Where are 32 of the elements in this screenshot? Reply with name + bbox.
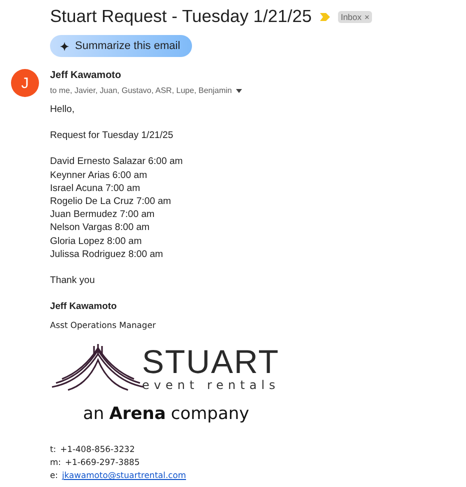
contact-label: t: [50, 444, 56, 454]
summarize-button[interactable]: Summarize this email [50, 35, 192, 57]
recipients: to me, Javier, Juan, Gustavo, ASR, Lupe, Benjamin [50, 86, 232, 95]
contact-label: m: [50, 457, 61, 468]
brand-tagline: event rentals [142, 378, 280, 392]
signature-name: Jeff Kawamoto [50, 300, 118, 312]
schedule-line: David Ernesto Salazar 6:00 am [50, 155, 184, 169]
sender-name: Jeff Kawamoto [50, 70, 122, 81]
parent-company-line: an Arena company [83, 404, 250, 424]
remove-label-icon[interactable]: × [364, 12, 370, 22]
brand-name: STUART [142, 347, 280, 378]
schedule-line: Nelson Vargas 8:00 am [50, 221, 151, 235]
inbox-label: Inbox × [338, 10, 372, 22]
sparkle-icon [60, 42, 69, 50]
phone-number: +1-669-297-3885 [64, 457, 140, 468]
email-subject: Stuart Request - Tuesday 1/21/25 [50, 6, 312, 27]
schedule-line: Juan Bermudez 7:00 am [50, 208, 156, 222]
schedule-line: Keynner Arias 6:00 am [50, 168, 148, 182]
intro-line: Request for Tuesday 1/21/25 [50, 129, 174, 142]
email-link[interactable]: jkawamoto@stuartrental.com [62, 470, 186, 480]
greeting: Hello, [50, 103, 76, 116]
contact-label: e: [50, 470, 58, 480]
schedule-line: Gloria Lopez 8:00 am [50, 234, 143, 248]
signature-title: Asst Operations Manager [50, 320, 157, 330]
sender-avatar[interactable]: J [11, 69, 39, 97]
importance-marker-icon[interactable] [320, 12, 330, 20]
schedule-line: Israel Acuna 7:00 am [50, 182, 142, 196]
schedule-line: Rogelio De La Cruz 7:00 am [50, 195, 172, 208]
schedule-line: Julissa Rodriguez 8:00 am [50, 248, 164, 262]
dropdown-caret-icon[interactable] [236, 88, 242, 92]
phone-number: +1-408-856-3232 [60, 444, 135, 454]
closing: Thank you [50, 274, 96, 288]
